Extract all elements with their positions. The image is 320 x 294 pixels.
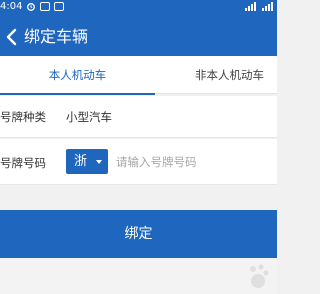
signal-icon (262, 2, 273, 11)
chevron-down-icon (96, 160, 102, 164)
bind-button[interactable]: 绑定 (0, 210, 277, 258)
alarm-icon (27, 3, 35, 11)
watermark-icon (250, 264, 269, 288)
status-bar: 4:04 (0, 0, 277, 14)
notification-icons (26, 2, 64, 11)
plate-type-row[interactable]: 号牌种类 小型汽车 (0, 96, 277, 138)
plate-number-input[interactable] (116, 152, 266, 172)
notification-icon (40, 2, 50, 11)
signal-icons (245, 2, 273, 11)
plate-type-label: 号牌种类 (0, 110, 46, 124)
province-select[interactable]: 浙 (66, 149, 108, 174)
notification-icon (54, 2, 64, 11)
plate-number-row: 号牌号码 浙 (0, 139, 277, 185)
vehicle-owner-tabs: 本人机动车 非本人机动车 (0, 56, 277, 95)
signal-icon (245, 2, 256, 11)
tab-own-vehicle[interactable]: 本人机动车 (0, 56, 155, 95)
page-title: 绑定车辆 (24, 27, 89, 46)
plate-type-value[interactable]: 小型汽车 (66, 109, 112, 125)
app-header: 4:04 绑定车辆 (0, 0, 277, 56)
title-bar: 绑定车辆 (0, 22, 277, 52)
bottom-area (0, 258, 277, 294)
plate-number-label: 号牌号码 (0, 156, 46, 170)
status-time: 4:04 (0, 1, 23, 12)
tab-other-vehicle[interactable]: 非本人机动车 (195, 56, 295, 94)
province-value: 浙 (74, 154, 88, 169)
back-icon[interactable] (4, 28, 20, 46)
